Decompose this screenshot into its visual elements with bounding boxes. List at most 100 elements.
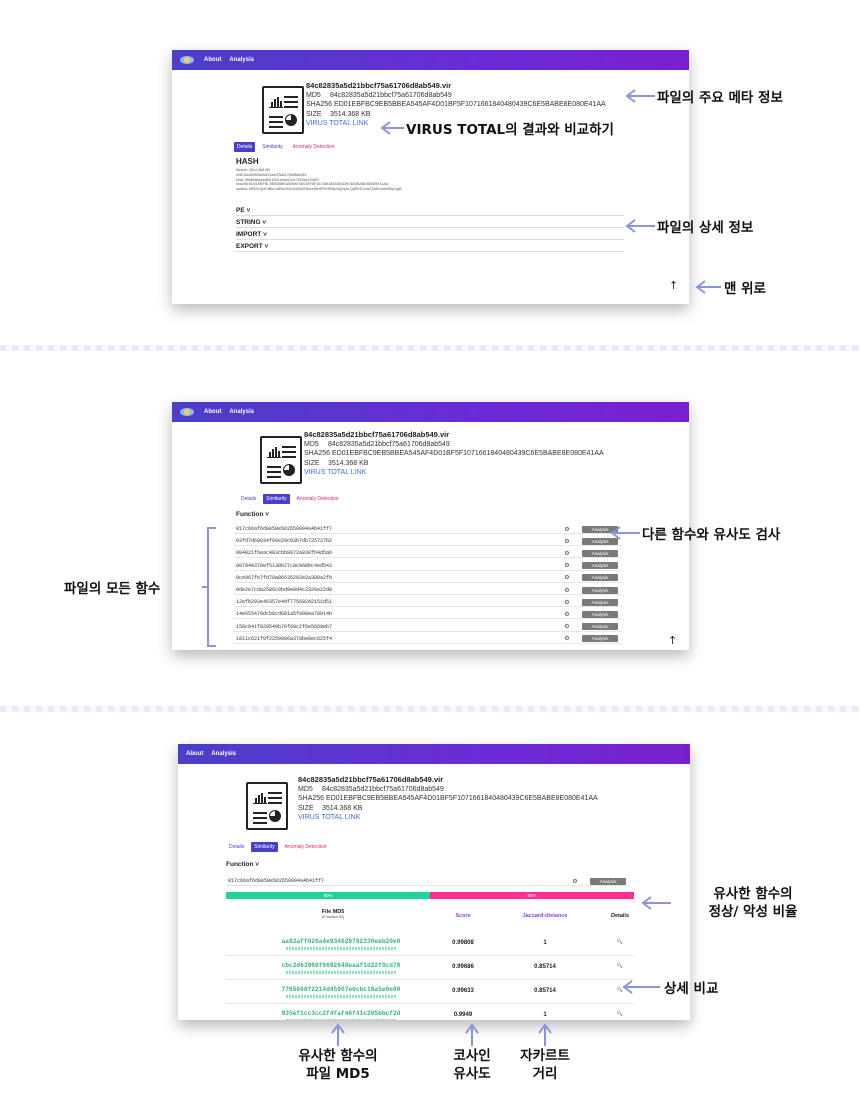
annotation-top: 맨 위로 (724, 281, 766, 297)
gear-icon[interactable]: ⚙ (552, 623, 582, 630)
function-hash: 087940370ef5138b27c8c068bc4ed543 (236, 562, 333, 569)
analysis-button[interactable]: Analysis (582, 549, 618, 557)
similarity-row: cbc2d63969f6692648eaaf1d22f0cd78 0.99686 0… (226, 956, 634, 980)
function-header[interactable]: Function ˅ (236, 511, 269, 518)
logo-icon[interactable] (178, 54, 196, 66)
function-hash: 0ce967fe7fd79a86635283e2a380a2fb (236, 574, 333, 581)
scroll-top-icon[interactable]: ↑ (668, 634, 677, 647)
analysis-button[interactable]: Analysis (582, 525, 618, 533)
tab-details[interactable]: Details (238, 494, 259, 504)
virus-total-link[interactable]: VIRUS TOTAL LINK (304, 468, 604, 478)
analysis-button[interactable]: Analysis (582, 598, 618, 606)
nav-analysis[interactable]: Analysis (229, 57, 254, 63)
file-size: 3514.368 KB (329, 110, 371, 118)
analysis-button[interactable]: Analysis (582, 537, 618, 545)
similar-file-md5[interactable]: 935ef1cc3cc2f4faf46f41c205bbcf2d (226, 1010, 456, 1017)
hash-values: filesize: 3514.368 KB md5 84c82835a5d21bb… (236, 168, 402, 192)
analysis-button[interactable]: Analysis (590, 877, 626, 885)
similar-file-md5[interactable]: aa82aff020a4e934628792330eeb20e0 (226, 938, 456, 945)
virus-total-link[interactable]: VIRUS TOTAL LINK (298, 813, 598, 823)
header-jaccard: Jaccard-distance (522, 913, 568, 919)
selected-function-row: 017c66af6d8e50e562659994a4b41ff7 ⚙ Analy… (226, 877, 630, 886)
function-row: 087940370ef5138b27c8c068bc4ed543 ⚙ Analysi… (234, 562, 622, 571)
analysis-button[interactable]: Analysis (582, 574, 618, 582)
jaccard-distance: 1 (543, 940, 547, 946)
function-row: 03fd7d69034f69e20c03b7db725727b2 ⚙ Analysi… (234, 537, 622, 547)
tab-anomaly-detection[interactable]: Anomaly Detection (290, 142, 338, 152)
logo-icon[interactable] (178, 406, 196, 418)
function-header[interactable]: Function ˅ (226, 861, 259, 868)
hash-title: HASH (236, 157, 259, 166)
similarity-list-screenshot: About Analysis 84c82835a5d21bbcf75a61706… (172, 402, 689, 650)
annotation-sim-md5: 유사한 함수의 파일 MD5 (298, 1048, 378, 1082)
function-row: 017c66af6d8e50e562659994a4b41ff7 ⚙ Analysi… (234, 525, 622, 534)
similarity-row: aa82aff020a4e934628792330eeb20e0 0.99808 1… (226, 932, 634, 956)
header-details: Details (610, 913, 630, 919)
magnifier-icon[interactable]: 🔍 (600, 963, 640, 969)
nav-about[interactable]: About (204, 57, 221, 63)
function-hash: 084821f6eac483cbb8872a838fb4d5a6 (236, 550, 333, 557)
tab-details[interactable]: Details (234, 142, 256, 152)
function-hash: 12efb293e46357e4df77560242151d51 (236, 599, 333, 606)
cosine-score: 0.99808 (452, 940, 474, 946)
section-pe[interactable]: PE ˅ (236, 207, 624, 216)
gear-icon[interactable]: ⚙ (552, 574, 582, 581)
gear-icon[interactable]: ⚙ (560, 878, 590, 885)
function-row: 14e655479dcb8cd681a5fa98ea78914b ⚙ Analysi… (234, 610, 622, 620)
similar-file-md5[interactable]: cbc2d63969f6692648eaaf1d22f0cd78 (226, 962, 456, 969)
gear-icon[interactable]: ⚙ (552, 587, 582, 594)
tab-similarity[interactable]: Similarity (263, 494, 290, 504)
divider (0, 706, 860, 712)
tab-similarity[interactable]: Similarity (251, 842, 278, 852)
tab-similarity[interactable]: Similarity (259, 142, 285, 152)
scroll-top-icon[interactable]: ↑ (669, 279, 678, 292)
annotation-ratio: 유사한 함수의 정상/ 악성 비율 (708, 886, 798, 920)
magnifier-icon[interactable]: 🔍 (600, 987, 640, 993)
similarity-row: 935ef1cc3cc2f4faf46f41c205bbcf2d 0.9949 1 🔍 (226, 1004, 634, 1020)
nav-about[interactable]: About (186, 751, 203, 757)
hash-line: ssdeep 98304:QuPoBhz1aRxcSUDh36SAEdnveWe… (236, 187, 402, 192)
function-id-placeholder (286, 1019, 396, 1020)
file-md5: 84c82835a5d21bbcf75a61706d8ab549 (329, 91, 452, 99)
file-meta: 84c82835a5d21bbcf75a61706d8ab549.vir MD5… (304, 430, 604, 478)
section-export[interactable]: EXPORT ˅ (236, 243, 624, 252)
cosine-score: 0.9949 (453, 1012, 473, 1018)
top-nav-bar: About Analysis (172, 402, 689, 422)
gear-icon[interactable]: ⚙ (552, 562, 582, 569)
divider (0, 345, 860, 351)
tab-anomaly-detection[interactable]: Anomaly Detection (282, 842, 330, 852)
section-import[interactable]: IMPORT ˅ (236, 231, 624, 240)
annotation-all-funcs: 파일의 모든 함수 (64, 581, 161, 597)
nav-analysis[interactable]: Analysis (211, 751, 236, 757)
tab-details[interactable]: Details (226, 842, 247, 852)
magnifier-icon[interactable]: 🔍 (600, 1011, 640, 1017)
section-string[interactable]: STRING ˅ (236, 219, 624, 228)
function-id-placeholder (286, 947, 396, 950)
nav-about[interactable]: About (204, 409, 221, 415)
analysis-button[interactable]: Analysis (582, 623, 618, 631)
analysis-button[interactable]: Analysis (582, 562, 618, 570)
function-hash: 0de2e7cda2586c0bd9e8d4c3326e22d8 (236, 587, 333, 593)
jaccard-distance: 1 (543, 1012, 547, 1018)
similarity-result-screenshot: About Analysis 84c82835a5d21bbcf75a61706… (178, 744, 690, 1020)
tab-anomaly-detection[interactable]: Anomaly Detection (294, 494, 342, 504)
function-hash: 14e655479dcb8cd681a5fa98ea78914b (236, 611, 333, 618)
gear-icon[interactable]: ⚙ (552, 550, 582, 557)
gear-icon[interactable]: ⚙ (552, 538, 582, 545)
analysis-button[interactable]: Analysis (582, 635, 618, 643)
similar-file-md5[interactable]: 7765668f2214d45907e6cbc18a5e0e60 (226, 986, 456, 993)
gear-icon[interactable]: ⚙ (552, 599, 582, 606)
header-file-md5: File MD5 (Function ID) (321, 909, 345, 919)
annotation-detail: 파일의 상세 정보 (657, 220, 754, 236)
magnifier-icon[interactable]: 🔍 (600, 939, 640, 945)
gear-icon[interactable]: ⚙ (552, 611, 582, 618)
nav-analysis[interactable]: Analysis (229, 409, 254, 415)
annotation-cosine: 코사인 유사도 (453, 1048, 491, 1082)
analysis-button[interactable]: Analysis (582, 586, 618, 594)
report-file-icon (262, 86, 304, 134)
normal-ratio: 50% (226, 892, 430, 899)
gear-icon[interactable]: ⚙ (552, 526, 582, 533)
analysis-button[interactable]: Analysis (582, 610, 618, 618)
gear-icon[interactable]: ⚙ (552, 635, 582, 642)
function-hash: 017c66af6d8e50e562659994a4b41ff7 (236, 526, 333, 532)
